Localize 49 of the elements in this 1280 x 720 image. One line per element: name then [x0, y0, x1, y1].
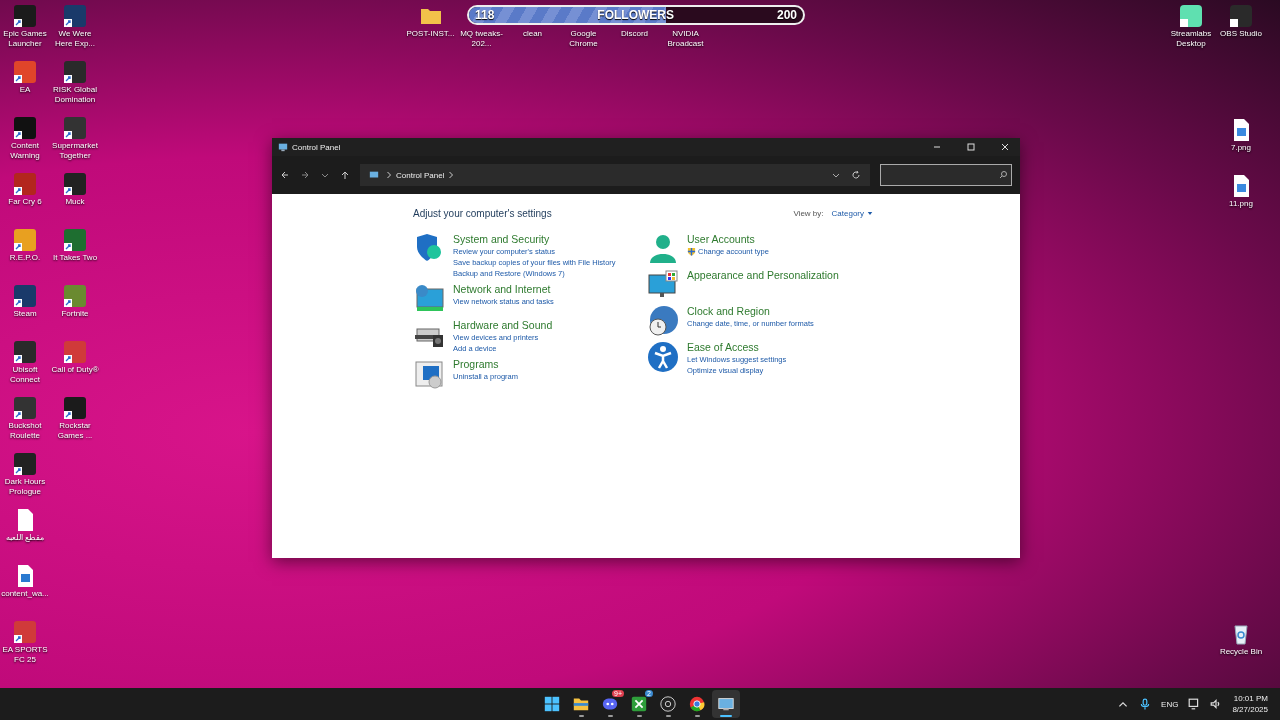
category-link[interactable]: System and Security — [453, 233, 616, 246]
obs-icon — [659, 695, 677, 713]
close-icon[interactable] — [1000, 142, 1010, 152]
language-indicator[interactable]: ENG — [1161, 699, 1179, 709]
control-panel-icon — [369, 170, 379, 180]
category-link[interactable]: Clock and Region — [687, 305, 814, 318]
up-arrow-icon[interactable] — [340, 170, 350, 180]
start-icon — [543, 695, 561, 713]
category-link[interactable]: Network and Internet — [453, 283, 554, 296]
view-by-dropdown[interactable]: Category — [831, 209, 873, 218]
refresh-icon[interactable] — [851, 170, 861, 180]
back-arrow-icon[interactable] — [280, 170, 290, 180]
desktop-icon-label[interactable]: Google Chrome — [557, 29, 610, 49]
clock-time[interactable]: 10:01 PM — [1233, 693, 1268, 704]
category-link[interactable]: User Accounts — [687, 233, 769, 246]
category-link[interactable]: Appearance and Personalization — [687, 269, 839, 282]
caret-icon[interactable] — [867, 211, 873, 216]
address-bar[interactable]: Control Panel — [360, 164, 870, 186]
category-link[interactable]: Programs — [453, 358, 519, 371]
chevron-right-icon[interactable] — [386, 170, 392, 180]
window-title: Control Panel — [292, 142, 341, 152]
page-heading: Adjust your computer's settings — [413, 208, 552, 219]
category-link[interactable]: Ease of Access — [687, 341, 787, 354]
follower-count: 118 — [475, 8, 495, 22]
network-icon[interactable] — [1188, 698, 1201, 710]
clock-date[interactable]: 8/27/2025 — [1232, 704, 1268, 715]
desktop-icon-label[interactable]: POST-INST... — [404, 29, 457, 39]
chevron-right-icon[interactable] — [448, 170, 455, 180]
control-panel-icon — [278, 142, 288, 152]
access-category-icon — [647, 341, 679, 373]
view-by-label: View by: — [793, 209, 824, 218]
desktop-icon-label[interactable]: clean — [506, 29, 559, 39]
category-link[interactable]: Hardware and Sound — [453, 319, 553, 332]
taskbar-button[interactable] — [712, 690, 740, 718]
clock-category-icon — [647, 305, 679, 337]
chrome-icon — [688, 695, 706, 713]
xbox-icon — [630, 695, 648, 713]
microphone-icon[interactable] — [1139, 698, 1152, 710]
follower-goal: 200 — [776, 8, 797, 22]
user-category-icon — [647, 233, 679, 265]
maximize-icon[interactable] — [966, 142, 976, 152]
search-field[interactable] — [880, 164, 1012, 186]
search-icon — [998, 170, 1008, 180]
forward-arrow-icon[interactable] — [300, 170, 310, 180]
desktop-icon-label[interactable]: Discord — [608, 29, 661, 39]
desktop-icon-label[interactable]: NVIDIA Broadcast — [659, 29, 712, 49]
control-panel-icon — [717, 695, 735, 713]
programs-category-icon — [413, 358, 445, 390]
desktop-icon-label[interactable]: MQ tweaks-202... — [455, 29, 508, 49]
